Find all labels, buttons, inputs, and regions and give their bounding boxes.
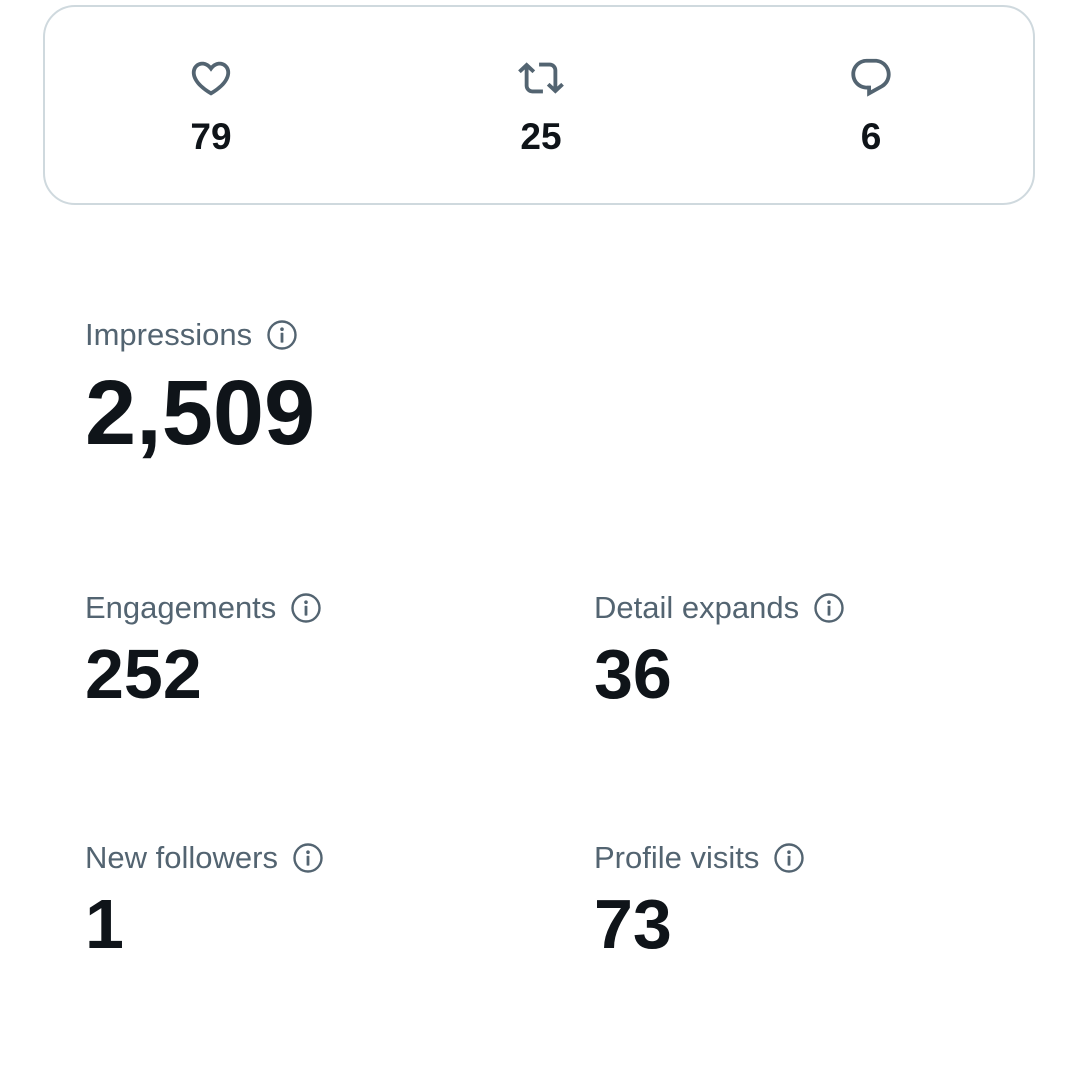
engagements-label: Engagements bbox=[85, 590, 277, 625]
profile-visits-value: 73 bbox=[594, 885, 672, 963]
likes-stat[interactable]: 79 bbox=[131, 55, 291, 159]
detail-expands-label: Detail expands bbox=[594, 590, 800, 625]
impressions-metric: Impressions 2,509 bbox=[85, 315, 315, 463]
replies-count: 6 bbox=[860, 116, 882, 157]
profile-visits-label: Profile visits bbox=[594, 840, 760, 875]
heart-icon bbox=[188, 55, 234, 101]
reposts-stat[interactable]: 25 bbox=[461, 55, 621, 159]
reply-icon bbox=[848, 55, 894, 101]
engagements-value: 252 bbox=[85, 635, 202, 713]
profile-visits-metric: Profile visits 73 bbox=[594, 838, 805, 964]
info-icon[interactable] bbox=[266, 319, 298, 351]
detail-expands-value: 36 bbox=[594, 635, 672, 713]
reposts-count: 25 bbox=[520, 116, 562, 157]
info-icon[interactable] bbox=[292, 842, 324, 874]
new-followers-label: New followers bbox=[85, 840, 278, 875]
engagements-metric: Engagements 252 bbox=[85, 588, 322, 714]
engagement-summary-card: 79 25 6 bbox=[43, 5, 1035, 205]
likes-count: 79 bbox=[190, 116, 232, 157]
new-followers-metric: New followers 1 bbox=[85, 838, 324, 964]
detail-expands-metric: Detail expands 36 bbox=[594, 588, 845, 714]
impressions-label: Impressions bbox=[85, 317, 253, 352]
new-followers-value: 1 bbox=[85, 885, 124, 963]
info-icon[interactable] bbox=[290, 592, 322, 624]
replies-stat[interactable]: 6 bbox=[791, 55, 951, 159]
info-icon[interactable] bbox=[813, 592, 845, 624]
info-icon[interactable] bbox=[773, 842, 805, 874]
repost-icon bbox=[518, 55, 564, 101]
impressions-value: 2,509 bbox=[85, 362, 316, 464]
